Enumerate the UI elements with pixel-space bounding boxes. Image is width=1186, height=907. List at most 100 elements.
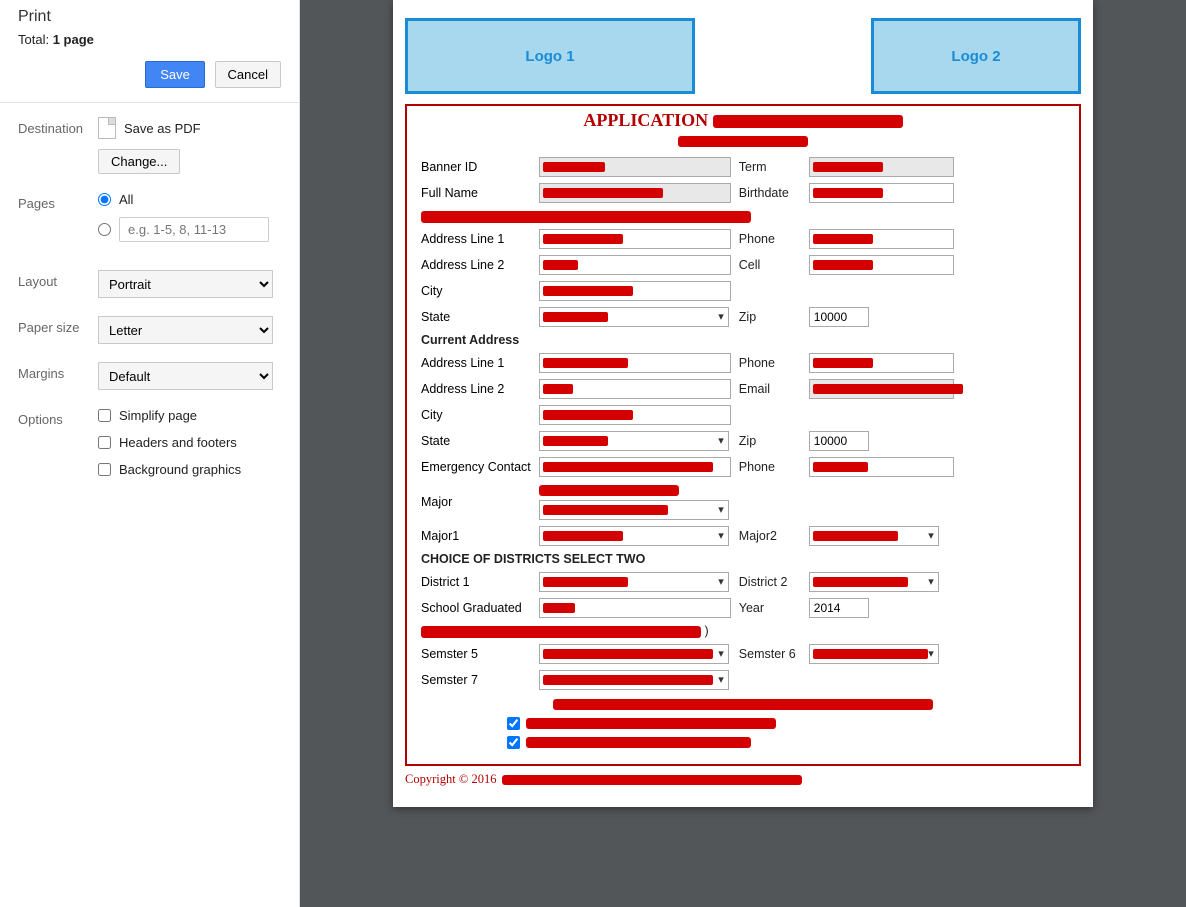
redacted-bar [713, 115, 903, 128]
addr2-field [539, 255, 731, 275]
options-label: Options [18, 408, 98, 427]
pages-all-label: All [119, 192, 133, 207]
agreement-checkbox-2 [507, 736, 520, 749]
school-graduated-field [539, 598, 731, 618]
choice-districts-header: CHOICE OF DISTRICTS SELECT TWO [417, 549, 1069, 569]
semester7-label: Semster 7 [417, 667, 535, 693]
semester7-select [539, 670, 729, 690]
major1-label: Major1 [417, 523, 535, 549]
zip-label: Zip [735, 304, 805, 330]
headers-footers-checkbox[interactable] [98, 436, 111, 449]
semester6-select [809, 644, 939, 664]
full-name-label: Full Name [417, 180, 535, 206]
curr-addr2-field [539, 379, 731, 399]
margins-label: Margins [18, 362, 98, 381]
page-preview: Logo 1 Logo 2 APPLICATION Banner ID Term [393, 0, 1093, 807]
checkbox-line-1 [417, 714, 1069, 733]
print-title: Print [18, 8, 281, 26]
divider [0, 102, 299, 103]
destination-value: Save as PDF [124, 121, 201, 136]
term-label: Term [735, 154, 805, 180]
addr1-field [539, 229, 731, 249]
pages-range-input[interactable] [119, 217, 269, 242]
state-select [539, 307, 729, 327]
copyright-line: Copyright © 2016 [405, 772, 1081, 787]
redacted-section-header [421, 626, 701, 638]
major-label: Major [417, 480, 535, 523]
cancel-button[interactable]: Cancel [215, 61, 281, 88]
addr1-label: Address Line 1 [417, 226, 535, 252]
redacted-bar [526, 718, 776, 729]
city-field [539, 281, 731, 301]
district2-label: District 2 [735, 569, 805, 595]
curr-zip-field: 10000 [809, 431, 869, 451]
addr2-label: Address Line 2 [417, 252, 535, 278]
year-label: Year [735, 595, 805, 621]
phone-label: Phone [735, 226, 805, 252]
destination-label: Destination [18, 117, 98, 136]
total-value: 1 page [53, 32, 94, 47]
redacted-bar [526, 737, 751, 748]
margins-select[interactable]: Default [98, 362, 273, 390]
birthdate-field [809, 183, 954, 203]
simplify-page-label: Simplify page [119, 408, 197, 423]
curr-addr1-label: Address Line 1 [417, 350, 535, 376]
semester5-select [539, 644, 729, 664]
phone-field [809, 229, 954, 249]
current-address-header: Current Address [417, 330, 1069, 350]
banner-id-label: Banner ID [417, 154, 535, 180]
copyright-text: Copyright © 2016 [405, 772, 496, 787]
district2-select [809, 572, 939, 592]
school-graduated-label: School Graduated [417, 595, 535, 621]
curr-state-select [539, 431, 729, 451]
major2-label: Major2 [735, 523, 805, 549]
layout-select[interactable]: Portrait [98, 270, 273, 298]
preview-area: Logo 1 Logo 2 APPLICATION Banner ID Term [300, 0, 1186, 907]
email-label: Email [735, 376, 805, 402]
pages-all-radio[interactable] [98, 193, 111, 206]
year-field: 2014 [809, 598, 869, 618]
page-total: Total: 1 page [18, 32, 281, 47]
paper-size-select[interactable]: Letter [98, 316, 273, 344]
redacted-bar [553, 699, 933, 710]
emergency-contact-field [539, 457, 731, 477]
semester5-label: Semster 5 [417, 641, 535, 667]
pages-range-radio[interactable] [98, 223, 111, 236]
logo-1: Logo 1 [405, 18, 695, 94]
save-button[interactable]: Save [145, 61, 205, 88]
curr-state-label: State [417, 428, 535, 454]
layout-label: Layout [18, 270, 98, 289]
background-graphics-label: Background graphics [119, 462, 241, 477]
term-field [809, 157, 954, 177]
major2-select [809, 526, 939, 546]
paren-text: ) [704, 624, 708, 638]
curr-city-field [539, 405, 731, 425]
logo-2: Logo 2 [871, 18, 1081, 94]
headers-footers-label: Headers and footers [119, 435, 237, 450]
redacted-bar [502, 775, 802, 785]
state-label: State [417, 304, 535, 330]
semester6-label: Semster 6 [735, 641, 805, 667]
application-form-box: APPLICATION Banner ID Term Full Name Bir… [405, 104, 1081, 766]
zip-field: 10000 [809, 307, 869, 327]
emerg-phone-field [809, 457, 954, 477]
redacted-bar [678, 136, 808, 147]
email-field [809, 379, 954, 399]
application-table: Banner ID Term Full Name Birthdate Addre… [417, 154, 1069, 714]
full-name-field [539, 183, 731, 203]
application-title-text: APPLICATION [583, 110, 708, 130]
checkbox-line-2 [417, 733, 1069, 752]
redacted-bar [539, 485, 679, 496]
simplify-page-checkbox[interactable] [98, 409, 111, 422]
cell-field [809, 255, 954, 275]
banner-id-field [539, 157, 731, 177]
redacted-section-header [421, 211, 751, 223]
curr-addr2-label: Address Line 2 [417, 376, 535, 402]
curr-city-label: City [417, 402, 535, 428]
application-title: APPLICATION [417, 110, 1069, 131]
total-prefix: Total: [18, 32, 53, 47]
district1-label: District 1 [417, 569, 535, 595]
change-destination-button[interactable]: Change... [98, 149, 180, 174]
background-graphics-checkbox[interactable] [98, 463, 111, 476]
major-select [539, 500, 729, 520]
